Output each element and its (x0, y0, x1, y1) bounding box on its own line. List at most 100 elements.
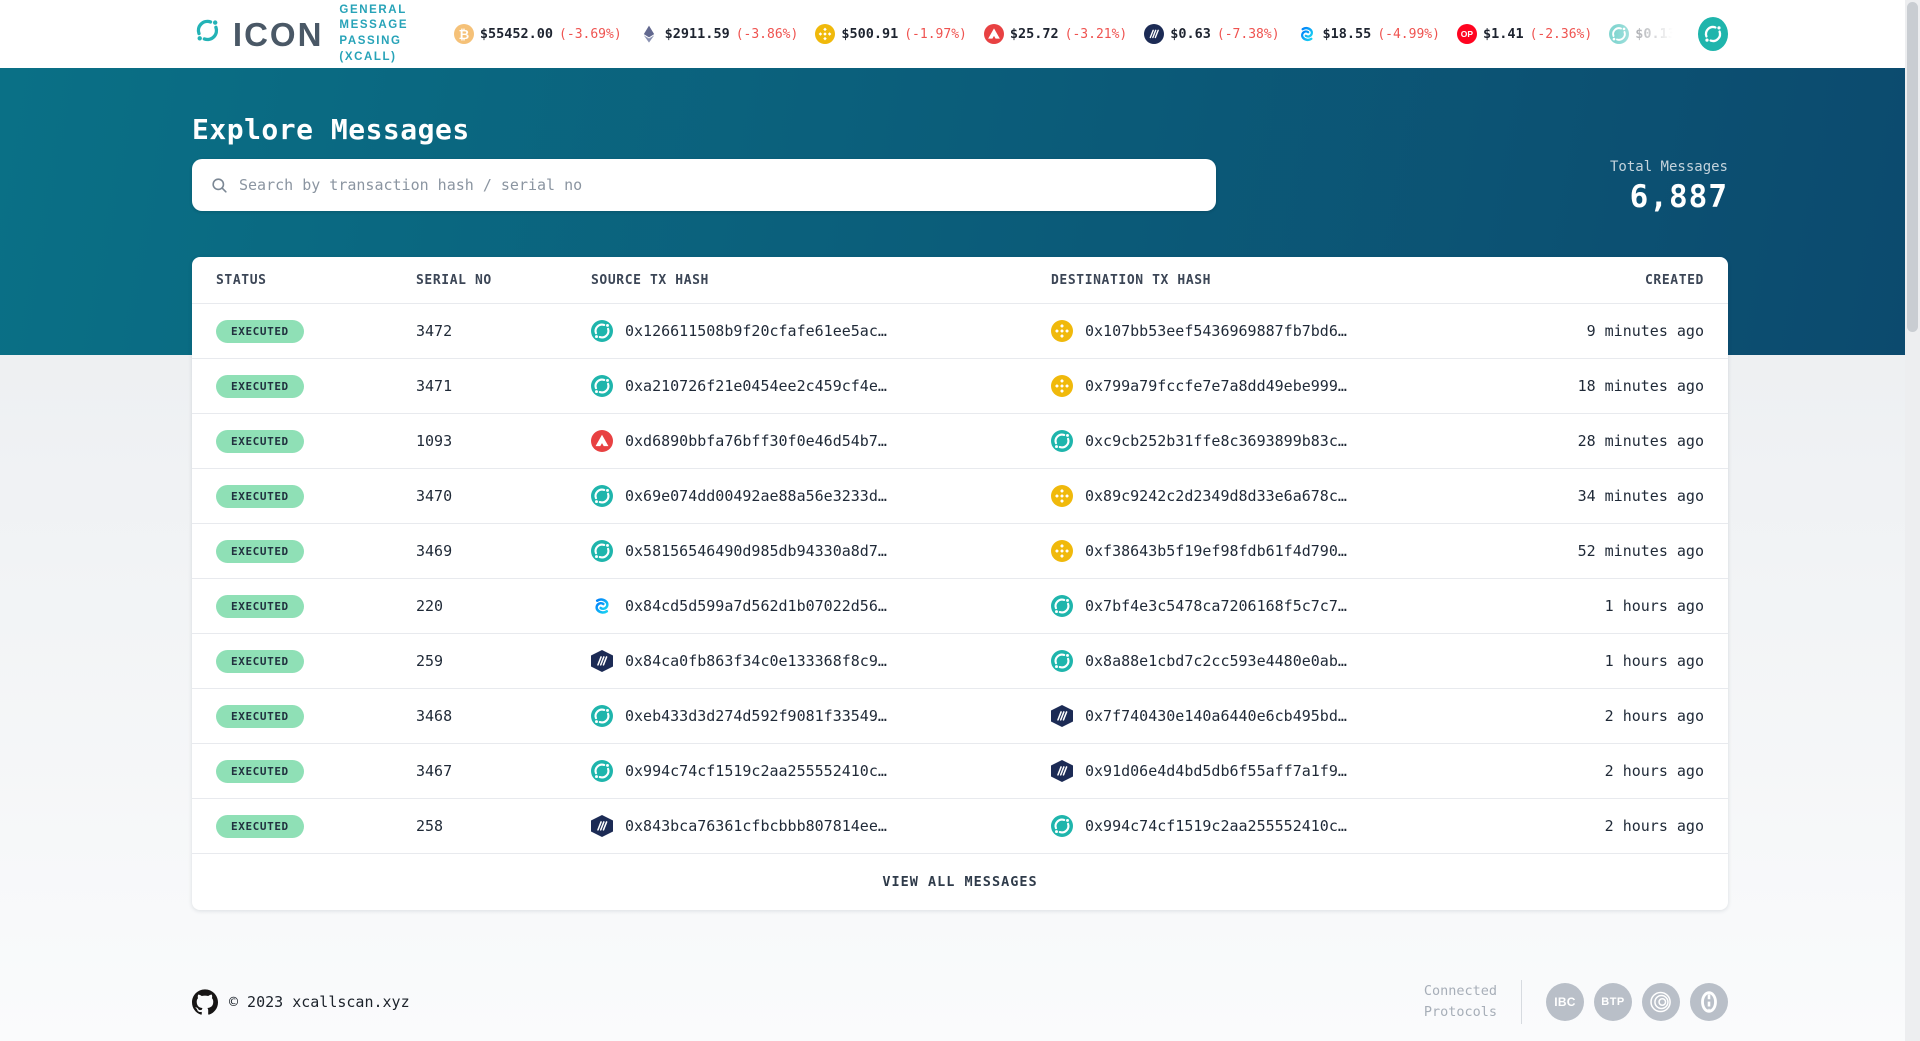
page-scrollbar[interactable] (1905, 0, 1920, 1041)
destination-tx-hash-link[interactable]: 0x91d06e4d4bd5db6f55aff7a1f9… (1085, 762, 1347, 780)
col-destination-tx-hash: DESTINATION TX HASH (1051, 273, 1494, 288)
ibc-protocol-icon: IBC (1546, 983, 1584, 1021)
source-tx-hash-link[interactable]: 0xeb433d3d274d592f9081f33549… (625, 707, 887, 725)
icon-chain-icon (591, 375, 613, 397)
icon-chain-icon (1051, 595, 1073, 617)
connected-protocols-label: Connected Protocols (1424, 981, 1497, 1023)
table-row: EXECUTED 3472 0x126611508b9f20cfafe61ee5a… (192, 303, 1728, 358)
source-tx-cell: 0x84cd5d599a7d562d1b07022d56… (591, 595, 1051, 617)
status-cell: EXECUTED (216, 540, 416, 563)
icon-network-button[interactable] (1698, 17, 1728, 51)
destination-tx-hash-link[interactable]: 0x7f740430e140a6440e6cb495bd… (1085, 707, 1347, 725)
injective-chain-icon (591, 595, 613, 617)
icon-swirl-icon (192, 15, 223, 53)
search-box (192, 159, 1216, 211)
btp-protocol-icon: BTP (1594, 983, 1632, 1021)
total-messages-value: 6,887 (1610, 179, 1728, 215)
destination-tx-hash-link[interactable]: 0x799a79fccfe7e7a8dd49ebe999… (1085, 377, 1347, 395)
ticker-price: $2911.59 (665, 26, 730, 42)
avax-chain-icon (984, 24, 1004, 44)
icon-chain-icon (1609, 24, 1629, 44)
view-all-messages-button[interactable]: VIEW ALL MESSAGES (192, 853, 1728, 910)
source-tx-hash-link[interactable]: 0x843bca76361cfbcbbb807814ee… (625, 817, 887, 835)
ticker-change: (-4.99%) (1377, 27, 1440, 42)
status-cell: EXECUTED (216, 430, 416, 453)
source-tx-cell: 0x84ca0fb863f34c0e133368f8c9… (591, 650, 1051, 672)
table-header-row: STATUS SERIAL NO SOURCE TX HASH DESTINAT… (192, 257, 1728, 303)
created-cell: 18 minutes ago (1494, 377, 1704, 395)
ticker-item-inj: $18.55(-4.99%) (1297, 24, 1440, 44)
total-messages: Total Messages 6,887 (1610, 159, 1728, 215)
status-badge: EXECUTED (216, 375, 304, 398)
destination-tx-hash-link[interactable]: 0x107bb53eef5436969887fb7bd6… (1085, 322, 1347, 340)
destination-tx-hash-link[interactable]: 0x994c74cf1519c2aa255552410c… (1085, 817, 1347, 835)
top-bar: ICON GENERAL MESSAGE PASSING (XCALL) ₿ $5… (0, 0, 1920, 68)
portal-protocol-icon (1690, 983, 1728, 1021)
ticker-change: (-2.36%) (1530, 27, 1593, 42)
search-input[interactable] (239, 176, 1198, 194)
havah-chain-icon (591, 815, 613, 837)
status-cell: EXECUTED (216, 815, 416, 838)
page-title: Explore Messages (192, 113, 1728, 146)
created-cell: 2 hours ago (1494, 817, 1704, 835)
source-tx-cell: 0x994c74cf1519c2aa255552410c… (591, 760, 1051, 782)
destination-tx-hash-link[interactable]: 0x89c9242c2d2349d8d33e6a678c… (1085, 487, 1347, 505)
btc-chain-icon: ₿ (454, 24, 474, 44)
created-cell: 2 hours ago (1494, 707, 1704, 725)
destination-tx-hash-link[interactable]: 0x8a88e1cbd7c2cc593e4480e0ab… (1085, 652, 1347, 670)
serial-no-cell: 259 (416, 652, 591, 670)
destination-tx-cell: 0x107bb53eef5436969887fb7bd6… (1051, 320, 1494, 342)
source-tx-hash-link[interactable]: 0x84ca0fb863f34c0e133368f8c9… (625, 652, 887, 670)
serial-no-cell: 1093 (416, 432, 591, 450)
col-serial-no: SERIAL NO (416, 273, 591, 288)
serial-no-cell: 3469 (416, 542, 591, 560)
bnb-chain-icon (1051, 485, 1073, 507)
avax-chain-icon (591, 430, 613, 452)
eth-chain-icon (639, 24, 659, 44)
status-badge: EXECUTED (216, 705, 304, 728)
table-row: EXECUTED3468 0xeb433d3d274d592f9081f3354… (192, 688, 1728, 743)
ticker-item-op: OP $1.41 (-2.36%) (1457, 24, 1592, 44)
scrollbar-thumb[interactable] (1907, 2, 1918, 332)
icon-chain-icon (591, 540, 613, 562)
source-tx-hash-link[interactable]: 0xd6890bbfa76bff30f0e46d54b7… (625, 432, 887, 450)
col-status: STATUS (216, 273, 416, 288)
havah-chain-icon (1144, 24, 1164, 44)
copyright-text: © 2023 xcallscan.xyz (229, 993, 410, 1011)
github-icon[interactable] (192, 989, 218, 1015)
icon-chain-icon (591, 485, 613, 507)
op-chain-icon: OP (1457, 24, 1477, 44)
status-badge: EXECUTED (216, 320, 304, 343)
ticker-change: (-3.21%) (1065, 27, 1128, 42)
status-cell: EXECUTED (216, 650, 416, 673)
table-row: EXECUTED 259 0x84ca0fb863f34c0e133368f8c9… (192, 633, 1728, 688)
bnb-chain-icon (815, 24, 835, 44)
havah-chain-icon (1051, 760, 1073, 782)
source-tx-hash-link[interactable]: 0x58156546490d985db94330a8d7… (625, 542, 887, 560)
table-row: EXECUTED1093 0xd6890bbfa76bff30f0e46d54b… (192, 413, 1728, 468)
ticker-price: $0.63 (1170, 26, 1211, 42)
destination-tx-hash-link[interactable]: 0x7bf4e3c5478ca7206168f5c7c7… (1085, 597, 1347, 615)
source-tx-cell: 0xeb433d3d274d592f9081f33549… (591, 705, 1051, 727)
source-tx-hash-link[interactable]: 0x84cd5d599a7d562d1b07022d56… (625, 597, 887, 615)
status-cell: EXECUTED (216, 375, 416, 398)
source-tx-hash-link[interactable]: 0x126611508b9f20cfafe61ee5ac… (625, 322, 887, 340)
ticker-price: $0.13 (1635, 26, 1676, 42)
serial-no-cell: 3472 (416, 322, 591, 340)
source-tx-hash-link[interactable]: 0xa210726f21e0454ee2c459cf4e… (625, 377, 887, 395)
table-body: EXECUTED 3472 0x126611508b9f20cfafe61ee5a… (192, 303, 1728, 853)
destination-tx-hash-link[interactable]: 0xc9cb252b31ffe8c3693899b83c… (1085, 432, 1347, 450)
status-cell: EXECUTED (216, 760, 416, 783)
status-badge: EXECUTED (216, 650, 304, 673)
created-cell: 1 hours ago (1494, 652, 1704, 670)
ticker-price: $1.41 (1483, 26, 1524, 42)
icon-logo[interactable]: ICON GENERAL MESSAGE PASSING (XCALL) (192, 3, 454, 65)
icon-chain-icon (1051, 430, 1073, 452)
ticker-price: $500.91 (841, 26, 898, 42)
table-row: EXECUTED3470 0x69e074dd00492ae88a56e3233… (192, 468, 1728, 523)
source-tx-hash-link[interactable]: 0x69e074dd00492ae88a56e3233d… (625, 487, 887, 505)
serial-no-cell: 3467 (416, 762, 591, 780)
destination-tx-hash-link[interactable]: 0xf38643b5f19ef98fdb61f4d790… (1085, 542, 1347, 560)
source-tx-hash-link[interactable]: 0x994c74cf1519c2aa255552410c… (625, 762, 887, 780)
messages-table: STATUS SERIAL NO SOURCE TX HASH DESTINAT… (192, 257, 1728, 910)
